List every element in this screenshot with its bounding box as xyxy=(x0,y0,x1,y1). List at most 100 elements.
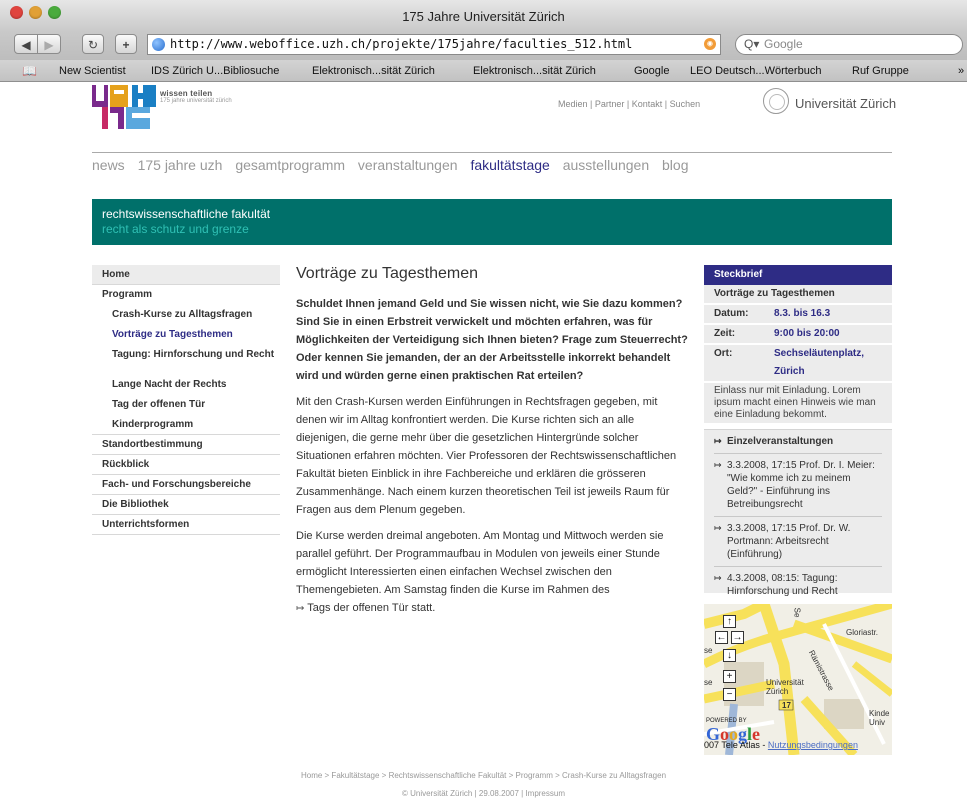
map-pan-down-button[interactable]: ↓ xyxy=(723,649,736,662)
event-text: 3.3.2008, 17:15 Prof. Dr. W. Portmann: A… xyxy=(727,523,851,560)
event-item[interactable]: ↦ 3.3.2008, 17:15 Prof. Dr. W. Portmann:… xyxy=(714,517,882,567)
sidebar-item-vortraege[interactable]: Vorträge zu Tagesthemen xyxy=(92,325,280,345)
banner-subtitle: recht als schutz und grenze xyxy=(102,222,249,236)
bookmark-item[interactable]: LEO Deutsch...Wörterbuch xyxy=(690,65,821,77)
back-button[interactable]: ◀ xyxy=(14,34,38,54)
arrow-icon: ↦ xyxy=(714,436,722,446)
bookmark-item[interactable]: Ruf Gruppe xyxy=(852,65,909,77)
arrow-icon: ↦ xyxy=(714,460,722,470)
map-label: 17 xyxy=(782,701,791,710)
browser-toolbar: ◀ ▶ ↻ + http://www.weboffice.uzh.ch/proj… xyxy=(0,32,967,60)
divider xyxy=(92,152,892,153)
university-name[interactable]: Universität Zürich xyxy=(795,96,896,111)
steckbrief-box: Steckbrief Vorträge zu Tagesthemen Datum… xyxy=(704,265,892,423)
events-box: ↦ Einzelveranstaltungen ↦ 3.3.2008, 17:1… xyxy=(704,429,892,597)
google-map[interactable]: ↑ ← → ↓ + − Gloriastr. Rämistrasse Unive… xyxy=(704,604,892,755)
map-pan-left-button[interactable]: ← xyxy=(715,631,728,644)
map-label: Kinde Univ xyxy=(869,709,890,727)
steckbrief-title: Steckbrief xyxy=(704,265,892,285)
event-item[interactable]: ↦ 3.3.2008, 17:15 Prof. Dr. I. Meier: "W… xyxy=(714,454,882,517)
link-arrow-icon: ↦ xyxy=(296,603,305,614)
sidebar-item-programm[interactable]: Programm xyxy=(92,285,280,305)
add-bookmark-button[interactable]: + xyxy=(115,34,137,54)
map-zoom-in-button[interactable]: + xyxy=(723,670,736,683)
uzh-logo-icon[interactable] xyxy=(92,85,158,129)
nav-news[interactable]: news xyxy=(92,157,125,173)
nav-veranstaltungen[interactable]: veranstaltungen xyxy=(358,157,458,173)
window-titlebar: 175 Jahre Universität Zürich xyxy=(0,0,967,32)
tagline-sub: 175 jahre universität zürich xyxy=(160,98,232,104)
url-text: http://www.weboffice.uzh.ch/projekte/175… xyxy=(170,37,633,51)
main-navigation: news 175 jahre uzh gesamtprogramm verans… xyxy=(92,157,697,173)
sidebar-item-kinderprogramm[interactable]: Kinderprogramm xyxy=(92,415,280,435)
sidebar-item-rueckblick[interactable]: Rückblick xyxy=(92,455,280,475)
steckbrief-row: Zeit: 9:00 bis 20:00 xyxy=(704,325,892,343)
globe-icon xyxy=(152,38,165,51)
map-zoom-out-button[interactable]: − xyxy=(723,688,736,701)
map-label: Universität Zürich xyxy=(766,678,804,696)
row-key: Zeit: xyxy=(714,328,736,339)
row-value: Sechseläutenplatz, Zürich xyxy=(774,348,865,377)
tag-der-offenen-tuer-link[interactable]: Tags der offenen Tür xyxy=(307,602,408,614)
sidebar-item-unterrichtsformen[interactable]: Unterrichtsformen xyxy=(92,515,280,535)
event-item[interactable]: ↦ 4.3.2008, 08:15: Tagung: Hirnforschung… xyxy=(714,567,882,603)
bookmark-item[interactable]: IDS Zürich U...Bibliosuche xyxy=(151,65,279,77)
row-key: Ort: xyxy=(714,348,733,359)
tagline-title: wissen teilen xyxy=(160,89,213,98)
sidebar-item-crash-kurse[interactable]: Crash-Kurse zu Alltagsfragen xyxy=(92,305,280,325)
body-paragraph: Die Kurse werden dreimal angeboten. Am M… xyxy=(296,527,688,618)
row-value: 8.3. bis 16.3 xyxy=(774,308,831,319)
arrow-icon: ↦ xyxy=(714,523,722,533)
nav-blog[interactable]: blog xyxy=(662,157,688,173)
steckbrief-row: Ort: Sechseläutenplatz, Zürich xyxy=(704,345,892,381)
reload-button[interactable]: ↻ xyxy=(82,34,104,54)
nav-ausstellungen[interactable]: ausstellungen xyxy=(563,157,649,173)
sidebar-item-home[interactable]: Home xyxy=(92,265,280,285)
sidebar-item-lange-nacht[interactable]: Lange Nacht der Rechts xyxy=(92,375,280,395)
footer-copyright: © Universität Zürich | 29.08.2007 | Impr… xyxy=(401,789,565,798)
map-label: Se xyxy=(792,607,802,618)
top-links[interactable]: Medien | Partner | Kontakt | Suchen xyxy=(558,99,700,109)
search-placeholder: Google xyxy=(764,37,803,51)
paragraph-end: statt. xyxy=(408,602,436,614)
page-title: Vorträge zu Tagesthemen xyxy=(296,265,479,282)
row-key: Datum: xyxy=(714,308,749,319)
map-terms-link[interactable]: Nutzungsbedingungen xyxy=(768,740,858,750)
map-label: Gloriastr. xyxy=(846,628,879,637)
sidebar-item-tagung[interactable]: Tagung: Hirnforschung und Recht xyxy=(92,345,280,375)
university-seal-icon[interactable] xyxy=(763,88,789,114)
window-title: 175 Jahre Universität Zürich xyxy=(402,9,565,24)
sidebar-item-bibliothek[interactable]: Die Bibliothek xyxy=(92,495,280,515)
breadcrumb[interactable]: Home > Fakultätstage > Rechtswissenschaf… xyxy=(0,771,967,780)
paragraph-text: Die Kurse werden dreimal angeboten. Am M… xyxy=(296,530,664,596)
bookmark-item[interactable]: New Scientist xyxy=(59,65,126,77)
bookmarks-bar: 📖 New Scientist IDS Zürich U...Bibliosuc… xyxy=(0,60,967,82)
row-value: 9:00 bis 20:00 xyxy=(774,328,840,339)
sidebar-item-fachbereiche[interactable]: Fach- und Forschungsbereiche xyxy=(92,475,280,495)
bookmark-item[interactable]: Elektronisch...sität Zürich xyxy=(312,65,435,77)
bookmarks-overflow-icon[interactable]: » xyxy=(958,65,964,77)
bookmarks-book-icon[interactable]: 📖 xyxy=(22,64,37,78)
nav-gesamtprogramm[interactable]: gesamtprogramm xyxy=(235,157,345,173)
nav-fakultaetstage[interactable]: fakultätstage xyxy=(470,157,549,173)
map-pan-up-button[interactable]: ↑ xyxy=(723,615,736,628)
bookmark-item[interactable]: Elektronisch...sität Zürich xyxy=(473,65,596,77)
rss-icon[interactable]: ◉ xyxy=(704,38,716,50)
sidebar-item-tag-offene-tuer[interactable]: Tag der offenen Tür xyxy=(92,395,280,415)
forward-button[interactable]: ▶ xyxy=(37,34,61,54)
steckbrief-note: Einlass nur mit Einladung. Lorem ipsum m… xyxy=(704,383,892,423)
event-text: 4.3.2008, 08:15: Tagung: Hirnforschung u… xyxy=(727,573,838,597)
url-field[interactable]: http://www.weboffice.uzh.ch/projekte/175… xyxy=(147,34,721,55)
faculty-banner: rechtswissenschaftliche fakultät recht a… xyxy=(92,199,892,245)
map-label: se xyxy=(704,646,713,655)
events-heading-text: Einzelveranstaltungen xyxy=(727,436,834,447)
sidebar-item-standortbestimmung[interactable]: Standortbestimmung xyxy=(92,435,280,455)
bookmark-item[interactable]: Google xyxy=(634,65,669,77)
map-pan-right-button[interactable]: → xyxy=(731,631,744,644)
nav-175-jahre[interactable]: 175 jahre uzh xyxy=(138,157,223,173)
arrow-icon: ↦ xyxy=(714,573,722,583)
events-heading[interactable]: ↦ Einzelveranstaltungen xyxy=(714,430,882,454)
search-input[interactable]: Q▾ Google xyxy=(735,34,963,55)
body-paragraph: Mit den Crash-Kursen werden Einführungen… xyxy=(296,396,677,516)
search-icon: Q▾ xyxy=(744,37,760,51)
